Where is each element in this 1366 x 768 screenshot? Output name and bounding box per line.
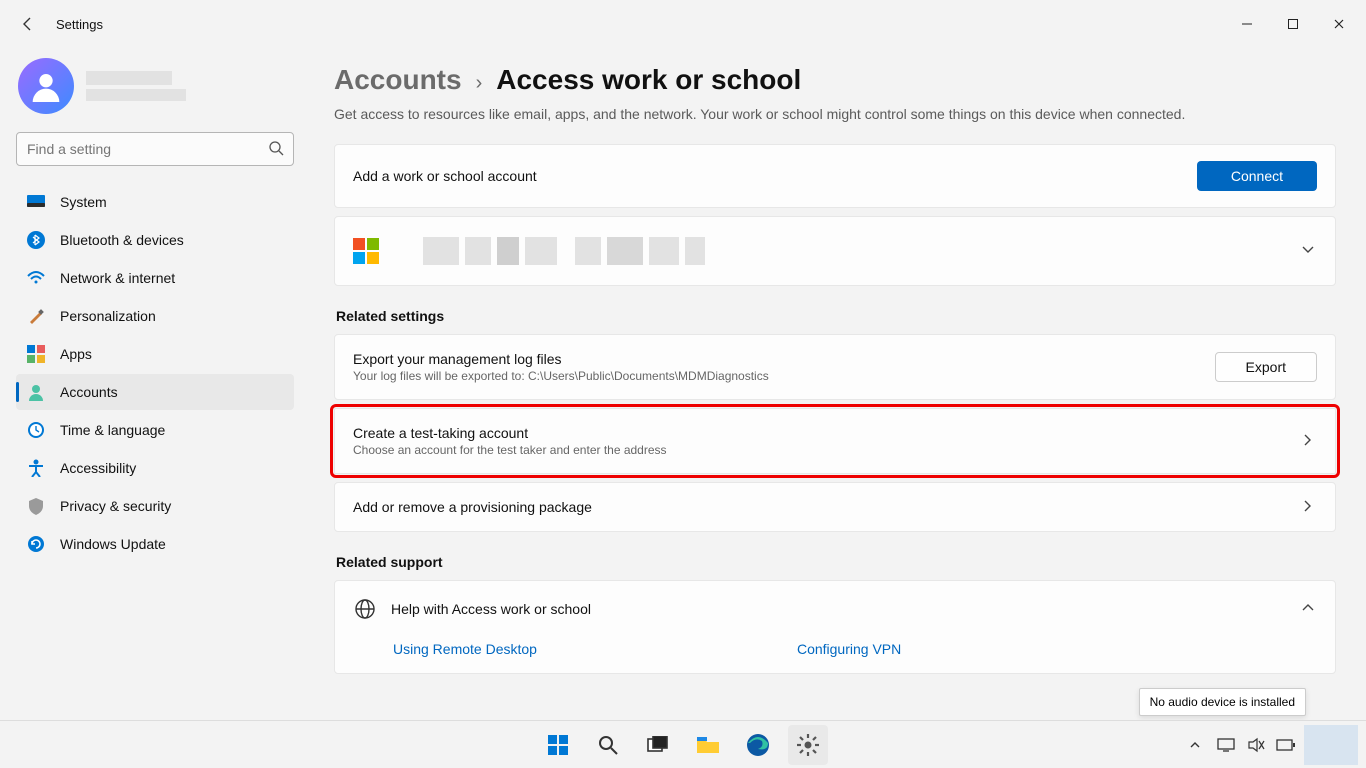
shield-icon	[26, 496, 46, 516]
accessibility-icon	[26, 458, 46, 478]
apps-icon	[26, 344, 46, 364]
provisioning-card[interactable]: Add or remove a provisioning package	[334, 482, 1336, 532]
tray-audio-muted-icon[interactable]	[1244, 725, 1268, 765]
breadcrumb: Accounts › Access work or school	[334, 64, 1336, 96]
related-settings-heading: Related settings	[336, 308, 1336, 324]
connect-card: Add a work or school account Connect	[334, 144, 1336, 208]
nav-accessibility[interactable]: Accessibility	[16, 450, 294, 486]
nav-label: Accounts	[60, 384, 118, 400]
export-subtitle: Your log files will be exported to: C:\U…	[353, 369, 1201, 383]
task-view[interactable]	[638, 725, 678, 765]
system-icon	[26, 192, 46, 212]
nav-network[interactable]: Network & internet	[16, 260, 294, 296]
nav-label: Network & internet	[60, 270, 175, 286]
tray-clock-area[interactable]	[1304, 725, 1358, 765]
tray-battery-icon[interactable]	[1274, 725, 1298, 765]
help-card[interactable]: Help with Access work or school Using Re…	[334, 580, 1336, 674]
nav-label: Accessibility	[60, 460, 136, 476]
export-logs-card: Export your management log files Your lo…	[334, 334, 1336, 400]
connect-title: Add a work or school account	[353, 168, 1183, 184]
chevron-right-icon: ›	[476, 72, 483, 95]
nav-list: System Bluetooth & devices Network & int…	[16, 184, 294, 562]
edge-browser[interactable]	[738, 725, 778, 765]
settings-app[interactable]	[788, 725, 828, 765]
maximize-button[interactable]	[1270, 8, 1316, 40]
accounts-icon	[26, 382, 46, 402]
page-subtitle: Get access to resources like email, apps…	[334, 106, 1336, 122]
profile-block[interactable]	[16, 48, 294, 132]
back-button[interactable]	[12, 8, 44, 40]
chevron-up-icon	[1301, 601, 1317, 617]
nav-system[interactable]: System	[16, 184, 294, 220]
test-account-subtitle: Choose an account for the test taker and…	[353, 443, 1287, 457]
file-explorer[interactable]	[688, 725, 728, 765]
microsoft-logo-icon	[353, 238, 379, 264]
chevron-down-icon	[1301, 243, 1317, 259]
account-info-redacted	[423, 237, 705, 265]
taskbar-search[interactable]	[588, 725, 628, 765]
help-title: Help with Access work or school	[391, 601, 1287, 617]
nav-privacy[interactable]: Privacy & security	[16, 488, 294, 524]
start-button[interactable]	[538, 725, 578, 765]
window-title: Settings	[56, 17, 103, 32]
content: Accounts › Access work or school Get acc…	[310, 48, 1366, 720]
search-box[interactable]	[16, 132, 294, 166]
titlebar: Settings	[0, 0, 1366, 48]
sidebar: System Bluetooth & devices Network & int…	[0, 48, 310, 720]
nav-label: Time & language	[60, 422, 165, 438]
export-button[interactable]: Export	[1215, 352, 1317, 382]
brush-icon	[26, 306, 46, 326]
nav-time-language[interactable]: Time & language	[16, 412, 294, 448]
nav-label: Personalization	[60, 308, 156, 324]
connected-account-card[interactable]	[334, 216, 1336, 286]
connect-button[interactable]: Connect	[1197, 161, 1317, 191]
nav-label: Windows Update	[60, 536, 166, 552]
wifi-icon	[26, 268, 46, 288]
nav-label: Bluetooth & devices	[60, 232, 184, 248]
clock-icon	[26, 420, 46, 440]
tray-chevron-icon[interactable]	[1182, 725, 1208, 765]
nav-bluetooth[interactable]: Bluetooth & devices	[16, 222, 294, 258]
nav-label: Privacy & security	[60, 498, 171, 514]
provisioning-title: Add or remove a provisioning package	[353, 499, 1287, 515]
search-icon	[268, 140, 284, 161]
avatar	[18, 58, 74, 114]
nav-apps[interactable]: Apps	[16, 336, 294, 372]
profile-text	[86, 71, 186, 101]
nav-windows-update[interactable]: Windows Update	[16, 526, 294, 562]
link-configuring-vpn[interactable]: Configuring VPN	[797, 641, 901, 657]
minimize-button[interactable]	[1224, 8, 1270, 40]
breadcrumb-parent[interactable]: Accounts	[334, 64, 462, 96]
globe-help-icon	[353, 597, 377, 621]
link-remote-desktop[interactable]: Using Remote Desktop	[393, 641, 537, 657]
taskbar	[0, 720, 1366, 768]
update-icon	[26, 534, 46, 554]
nav-personalization[interactable]: Personalization	[16, 298, 294, 334]
close-button[interactable]	[1316, 8, 1362, 40]
test-account-card[interactable]: Create a test-taking account Choose an a…	[334, 408, 1336, 474]
nav-label: Apps	[60, 346, 92, 362]
search-input[interactable]	[16, 132, 294, 166]
export-title: Export your management log files	[353, 351, 1201, 367]
page-title: Access work or school	[496, 64, 801, 96]
tray-monitor-icon[interactable]	[1214, 725, 1238, 765]
bluetooth-icon	[26, 230, 46, 250]
nav-label: System	[60, 194, 107, 210]
chevron-right-icon	[1301, 499, 1317, 515]
related-support-heading: Related support	[336, 554, 1336, 570]
audio-tooltip: No audio device is installed	[1139, 688, 1306, 716]
chevron-right-icon	[1301, 433, 1317, 449]
test-account-title: Create a test-taking account	[353, 425, 1287, 441]
nav-accounts[interactable]: Accounts	[16, 374, 294, 410]
